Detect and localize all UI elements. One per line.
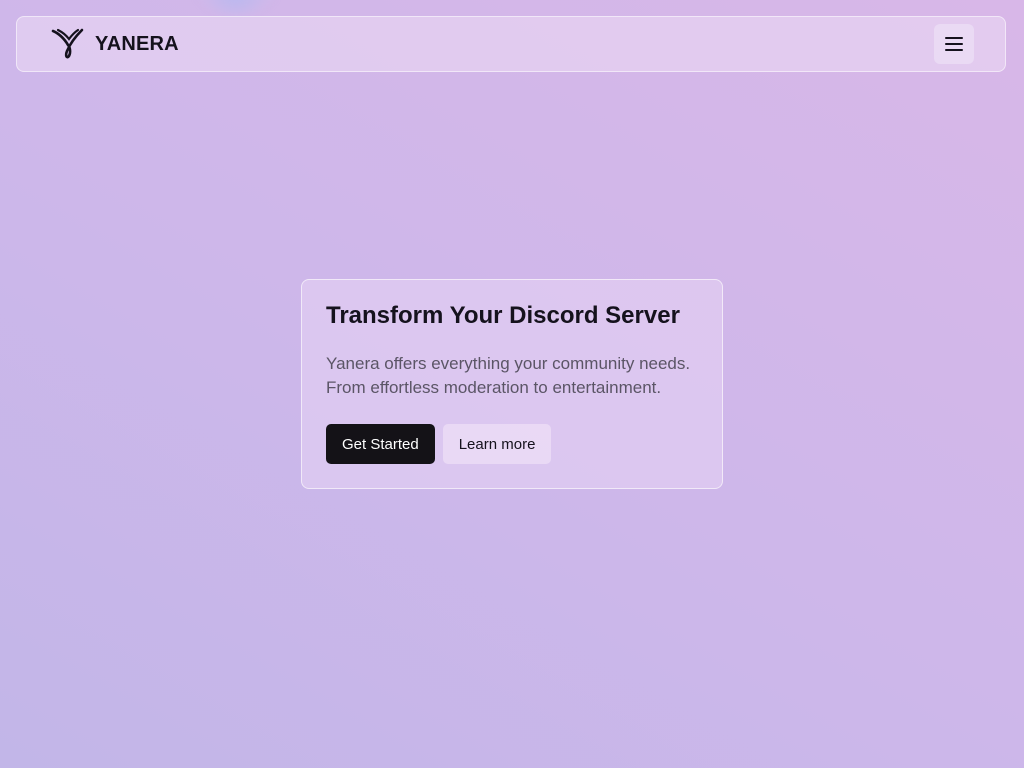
brand-name: YANERA <box>95 32 179 55</box>
background-glow <box>196 0 276 14</box>
hero-card: Transform Your Discord Server Yanera off… <box>301 279 723 489</box>
brand-home-link[interactable]: YANERA <box>50 26 179 62</box>
get-started-button[interactable]: Get Started <box>326 424 435 464</box>
hero-title: Transform Your Discord Server <box>326 302 680 329</box>
learn-more-button[interactable]: Learn more <box>442 424 552 464</box>
hero-description: Yanera offers everything your community … <box>326 354 691 397</box>
hamburger-menu-icon <box>945 37 963 51</box>
top-navbar: YANERA <box>16 16 1006 72</box>
menu-button[interactable] <box>934 24 974 64</box>
yanera-logo-icon <box>51 28 84 59</box>
hero-actions: Get Started Learn more <box>326 424 698 464</box>
